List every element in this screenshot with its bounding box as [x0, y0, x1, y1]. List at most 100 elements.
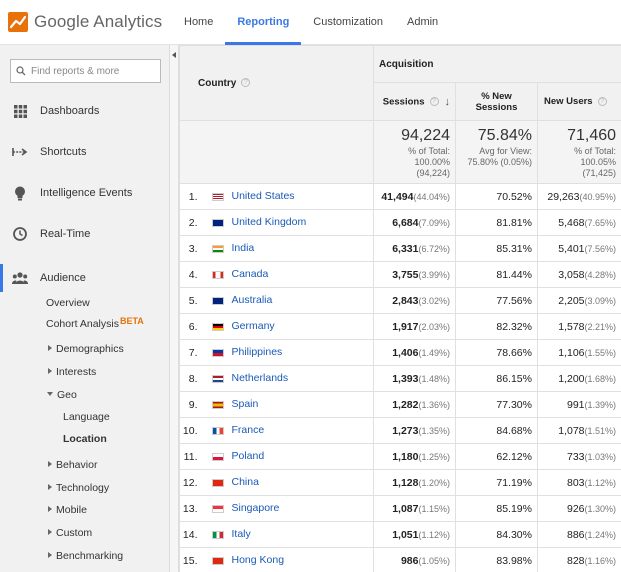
country-cell: Spain — [207, 391, 374, 418]
new-sessions-cell: 84.30% — [455, 521, 538, 548]
new-users-percent: (7.56%) — [584, 243, 617, 254]
sidebar-sub-custom[interactable]: Custom — [48, 527, 92, 539]
country-link[interactable]: France — [232, 425, 265, 437]
geo-label: Geo — [57, 389, 77, 401]
report-search[interactable] — [10, 59, 161, 83]
country-link[interactable]: Germany — [232, 321, 275, 333]
mobile-label: Mobile — [56, 504, 87, 516]
new-users-cell: 926(1.30%) — [536, 495, 621, 522]
country-link[interactable]: Singapore — [232, 503, 280, 515]
nav-home[interactable]: Home — [172, 0, 225, 45]
sidebar-sub-technology[interactable]: Technology — [48, 482, 109, 494]
sessions-percent: (1.15%) — [418, 503, 450, 514]
sidebar-sub-behavior[interactable]: Behavior — [48, 459, 97, 471]
sidebar-collapse-toggle[interactable] — [170, 45, 179, 572]
new-users-value: 5,401 — [558, 242, 585, 255]
germany-flag-icon — [211, 322, 224, 331]
totals-new-sessions-value: 75.84% — [477, 127, 532, 144]
sessions-cell: 1,273(1.35%) — [373, 417, 456, 444]
country-link[interactable]: Netherlands — [232, 373, 289, 385]
table-row: 4. Canada 3,755(3.99%) 81.44% 3,058(4.28%) — [179, 261, 621, 288]
column-header-sessions[interactable]: Sessions? ↓ — [373, 82, 456, 121]
sidebar-sub-mobile[interactable]: Mobile — [48, 504, 87, 516]
table-row: 11. Poland 1,180(1.25%) 62.12% 733(1.03%) — [179, 443, 621, 470]
country-link[interactable]: Australia — [232, 295, 273, 307]
canada-flag-icon — [211, 270, 224, 279]
sidebar-item-intelligence-events[interactable]: Intelligence Events — [0, 182, 170, 204]
sessions-percent: (1.48%) — [418, 373, 450, 384]
sessions-cell: 1,393(1.48%) — [373, 365, 456, 392]
sidebar-item-dashboards[interactable]: Dashboards — [0, 100, 170, 122]
sidebar-item-audience[interactable]: Audience — [0, 267, 170, 289]
top-bar: Google Analytics Home Reporting Customiz… — [0, 0, 621, 45]
row-index: 13. — [179, 495, 208, 522]
sidebar-sub-language[interactable]: Language — [63, 411, 110, 423]
country-cell: Poland — [207, 443, 374, 470]
search-input[interactable] — [31, 65, 156, 77]
sidebar-sub-benchmarking[interactable]: Benchmarking — [48, 550, 123, 562]
country-link[interactable]: India — [232, 243, 255, 255]
new-users-cell: 5,401(7.56%) — [536, 235, 621, 262]
help-icon[interactable]: ? — [597, 96, 607, 106]
country-link[interactable]: Philippines — [232, 347, 283, 359]
demographics-label: Demographics — [56, 343, 124, 355]
new-users-percent: (1.30%) — [584, 503, 617, 514]
country-cell: Germany — [207, 313, 374, 340]
totals-label-cell — [179, 120, 374, 184]
sidebar-sub-location[interactable]: Location — [63, 433, 107, 445]
sessions-cell: 6,331(6.72%) — [373, 235, 456, 262]
column-header-country[interactable]: Country? — [179, 45, 374, 121]
country-header-label: Country — [198, 77, 237, 89]
us-flag-icon — [211, 192, 224, 201]
sort-descending-icon[interactable]: ↓ — [445, 96, 451, 108]
sessions-value: 1,180 — [392, 450, 419, 463]
sidebar-sub-geo[interactable]: Geo — [47, 389, 77, 401]
new-users-percent: (1.51%) — [584, 425, 617, 436]
row-index: 7. — [179, 339, 208, 366]
nav-reporting[interactable]: Reporting — [225, 0, 302, 45]
collapse-left-icon — [172, 52, 176, 58]
nav-customization[interactable]: Customization — [301, 0, 395, 45]
table-row: 5. Australia 2,843(3.02%) 77.56% 2,205(3.09%… — [179, 287, 621, 314]
sessions-percent: (44.04%) — [413, 191, 450, 202]
sidebar-item-shortcuts[interactable]: Shortcuts — [0, 141, 170, 163]
country-link[interactable]: Hong Kong — [232, 555, 285, 567]
table-row: 3. India 6,331(6.72%) 85.31% 5,401(7.56%) — [179, 235, 621, 262]
sidebar-sub-demographics[interactable]: Demographics — [48, 343, 124, 355]
country-cell: Philippines — [207, 339, 374, 366]
sidebar-sub-overview[interactable]: Overview — [46, 297, 90, 309]
new-users-percent: (3.09%) — [584, 295, 617, 306]
sidebar-sub-interests[interactable]: Interests — [48, 366, 96, 378]
help-icon[interactable]: ? — [241, 78, 251, 88]
google-analytics-logo[interactable]: Google Analytics — [8, 8, 162, 36]
country-link[interactable]: United States — [232, 191, 295, 203]
sessions-cell: 2,843(3.02%) — [373, 287, 456, 314]
new-users-percent: (4.28%) — [584, 269, 617, 280]
row-index: 1. — [179, 183, 208, 210]
totals-sessions: 94,224 % of Total: 100.00% (94,224) — [373, 120, 456, 184]
sidebar-item-real-time[interactable]: Real-Time — [0, 223, 170, 245]
new-users-cell: 2,205(3.09%) — [536, 287, 621, 314]
benchmarking-label: Benchmarking — [56, 550, 124, 562]
country-link[interactable]: China — [232, 477, 259, 489]
country-link[interactable]: Canada — [232, 269, 269, 281]
country-link[interactable]: Italy — [232, 529, 251, 541]
interests-label: Interests — [56, 366, 97, 378]
help-icon[interactable]: ? — [429, 97, 439, 106]
sidebar-sub-cohort-analysis[interactable]: Cohort AnalysisBETA — [46, 316, 144, 330]
new-users-value: 803 — [566, 476, 585, 489]
country-link[interactable]: Spain — [232, 399, 259, 411]
nav-admin[interactable]: Admin — [395, 0, 450, 45]
new-users-cell: 3,058(4.28%) — [536, 261, 621, 288]
sessions-percent: (1.05%) — [418, 555, 450, 566]
table-row: 12. China 1,128(1.20%) 71.19% 803(1.12%) — [179, 469, 621, 496]
italy-flag-icon — [211, 530, 224, 539]
table-row: 10. France 1,273(1.35%) 84.68% 1,078(1.51%) — [179, 417, 621, 444]
sessions-cell: 1,282(1.36%) — [373, 391, 456, 418]
new-users-cell: 828(1.16%) — [536, 547, 621, 572]
column-header-new-sessions[interactable]: % New Sessions — [455, 82, 538, 121]
column-header-new-users[interactable]: New Users? — [536, 82, 621, 121]
new-users-value: 1,578 — [558, 320, 585, 333]
country-link[interactable]: United Kingdom — [232, 217, 307, 229]
country-link[interactable]: Poland — [232, 451, 265, 463]
